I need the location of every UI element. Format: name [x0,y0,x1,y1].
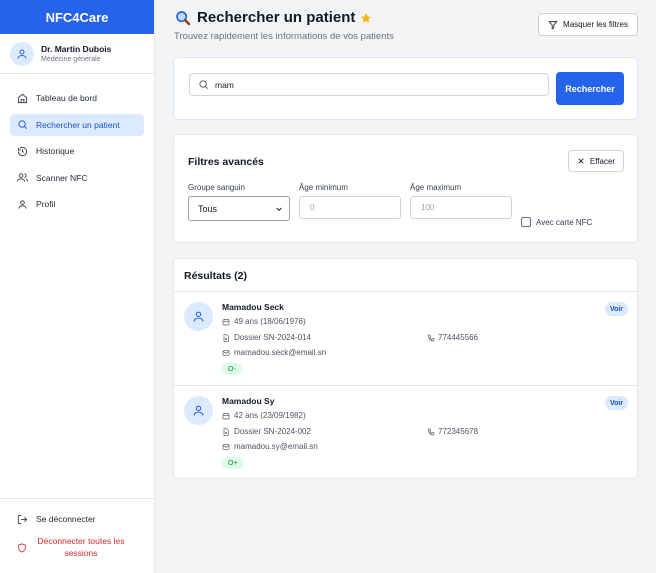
phone-icon [427,428,435,435]
logout-all-label: Déconnecter toutes les sessions [37,536,125,558]
patient-file: Dossier SN-2024-002 [222,427,311,436]
patient-file-text: Dossier SN-2024-002 [234,427,311,436]
user-card: Dr. Martin Dubois Médecine générale [0,34,154,74]
logout-label: Se déconnecter [36,514,96,524]
patient-row[interactable]: Mamadou Sy 42 ans (23/09/1982) Dossier S… [174,385,637,479]
brand-logo[interactable]: NFC4Care [0,0,154,34]
star-icon [361,12,372,23]
blood-group-select-value: Tous [198,203,218,214]
sidebar-item-label: Historique [36,146,75,157]
search-button[interactable]: Rechercher [556,72,624,105]
chevron-down-icon [276,207,282,211]
checkbox-box[interactable] [521,217,531,227]
patient-phone: 774445566 [427,333,478,342]
file-icon [223,427,229,436]
age-min-placeholder: 0 [310,203,315,212]
age-min-input[interactable]: 0 [299,196,401,219]
nfc-card-checkbox-label: Avec carte NFC [536,217,593,227]
shield-icon [18,542,26,553]
search-icon [18,120,27,130]
user-name: Dr. Martin Dubois [41,44,112,54]
sidebar-item-label: Rechercher un patient [36,119,120,130]
patient-name: Mamadou Seck [222,302,284,312]
magnifier-emoji-icon [176,10,191,25]
sidebar-item-label: Profil [36,199,56,210]
calendar-icon [222,318,230,325]
sidebar-item-dashboard[interactable]: Tableau de bord [10,87,144,110]
age-max-placeholder: 100 [421,203,435,212]
sidebar-footer: Se déconnecter Déconnecter toutes les se… [0,498,154,573]
toggle-filters-label: Masquer les filtres [563,20,628,29]
patient-name: Mamadou Sy [222,396,275,406]
nfc-card-checkbox[interactable]: Avec carte NFC [521,217,592,227]
patient-age: 49 ans (18/06/1976) [222,317,306,326]
patient-avatar-icon [184,302,213,331]
sidebar-item-history[interactable]: Historique [10,140,144,163]
age-min-label: Âge minimum [299,183,348,192]
filter-icon [548,20,558,29]
search-icon [199,80,208,89]
sidebar-item-search-patient[interactable]: Rechercher un patient [10,113,144,136]
patient-email: mamadou.sy@email.sn [222,442,318,451]
sidebar-item-scanner-nfc[interactable]: Scanner NFC [10,167,144,190]
blood-group-select[interactable]: Tous [188,196,290,221]
advanced-filters-card: Filtres avancés Effacer Groupe sanguin Â… [173,134,638,243]
patient-phone-text: 772345678 [438,427,479,436]
user-avatar-icon [10,41,34,66]
mail-icon [222,349,230,356]
filters-title: Filtres avancés [188,156,264,168]
home-icon [17,93,28,103]
patient-age: 42 ans (23/09/1982) [222,411,306,420]
blood-group-label: Groupe sanguin [188,183,245,192]
view-patient-button[interactable]: Voir [605,302,628,316]
patient-avatar-icon [184,396,213,425]
user-icon [18,200,27,209]
search-input[interactable]: mam [189,73,549,96]
search-input-value: mam [215,79,234,90]
patient-phone-text: 774445566 [438,333,479,342]
users-icon [17,173,28,182]
main-content: Rechercher un patient Trouvez rapidement… [155,0,656,573]
patient-age-text: 49 ans (18/06/1976) [234,317,306,326]
sidebar-nav: Tableau de bord Rechercher un patient Hi… [0,74,154,216]
file-icon [223,333,229,342]
patient-phone: 772345678 [427,427,478,436]
age-max-input[interactable]: 100 [410,196,512,219]
sidebar-item-profile[interactable]: Profil [10,193,144,216]
search-card: mam Rechercher [173,57,638,120]
sidebar: NFC4Care Dr. Martin Dubois Médecine géné… [0,0,155,573]
logout-all-sessions-button[interactable]: Déconnecter toutes les sessions [0,536,154,559]
patient-email-text: mamadou.sy@email.sn [234,442,318,451]
results-card: Résultats (2) Mamadou Seck 49 ans (18/06… [173,258,638,479]
logout-icon [17,514,28,524]
sidebar-item-label: Scanner NFC [36,172,88,183]
patient-email: mamadou.seck@email.sn [222,348,326,357]
patient-file-text: Dossier SN-2024-014 [234,333,311,342]
blood-group-badge: O+ [222,457,244,469]
clear-filters-label: Effacer [589,156,616,166]
sidebar-item-label: Tableau de bord [36,93,97,104]
phone-icon [427,334,435,341]
history-icon [17,146,28,156]
page-title: Rechercher un patient [175,9,372,26]
page-title-text: Rechercher un patient [197,9,356,26]
page-subtitle: Trouvez rapidement les informations de v… [174,31,394,42]
age-max-label: Âge maximum [410,183,462,192]
close-icon [578,158,584,164]
patient-file: Dossier SN-2024-014 [222,333,311,342]
logout-button[interactable]: Se déconnecter [0,508,154,530]
mail-icon [222,443,230,450]
view-patient-button[interactable]: Voir [605,396,628,410]
patient-email-text: mamadou.seck@email.sn [234,348,327,357]
user-role: Médecine générale [41,56,101,63]
calendar-icon [222,412,230,419]
toggle-filters-button[interactable]: Masquer les filtres [538,13,638,36]
results-title: Résultats (2) [184,270,248,282]
patient-age-text: 42 ans (23/09/1982) [234,411,306,420]
blood-group-badge: O- [222,363,242,375]
patient-row[interactable]: Mamadou Seck 49 ans (18/06/1976) Dossier… [174,292,637,386]
clear-filters-button[interactable]: Effacer [568,150,624,172]
